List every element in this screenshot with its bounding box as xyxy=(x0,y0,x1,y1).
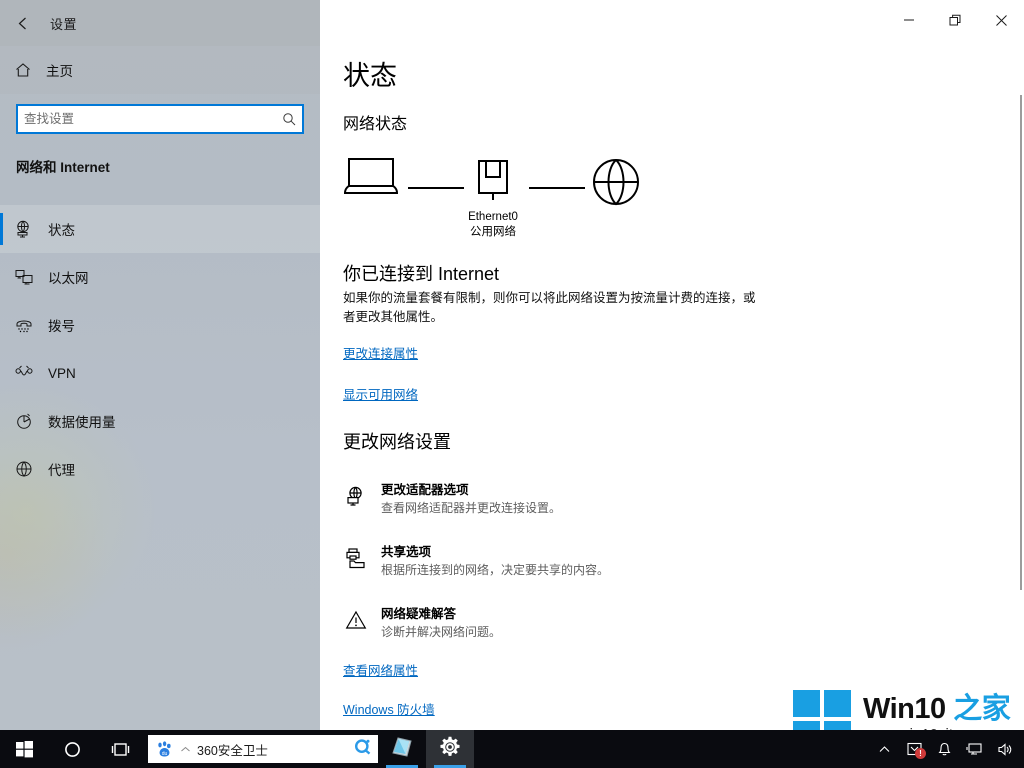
sidebar-item-label: 拨号 xyxy=(48,315,75,335)
taskbar-app-settings[interactable] xyxy=(426,730,474,768)
search-container xyxy=(16,104,304,134)
proxy-globe-icon xyxy=(0,459,48,479)
option-change-adapter-options[interactable]: 更改适配器选项 查看网络适配器并更改连接设置。 xyxy=(343,482,561,517)
tray-badge: ! xyxy=(915,748,926,759)
notification-bell-icon[interactable] xyxy=(934,730,954,768)
dialup-phone-icon xyxy=(0,315,48,335)
baidu-q-icon[interactable] xyxy=(354,738,372,761)
option-title: 网络疑难解答 xyxy=(381,606,501,623)
laptop-icon xyxy=(343,155,399,202)
search-input[interactable] xyxy=(18,106,276,132)
svg-text:du: du xyxy=(161,751,167,757)
watermark-brand: Win10 之家 xyxy=(863,693,1011,725)
close-button[interactable] xyxy=(978,0,1024,40)
sidebar-nav: 状态 以太网 拨号 VPN xyxy=(0,205,320,493)
link-show-available-networks[interactable]: 显示可用网络 xyxy=(343,384,418,403)
data-usage-pie-icon xyxy=(0,411,48,431)
sidebar-item-vpn[interactable]: VPN xyxy=(0,349,320,397)
home-icon xyxy=(0,61,46,79)
sharing-options-icon xyxy=(343,544,369,579)
adapter-network-type: 公用网络 xyxy=(428,225,558,240)
windows-start-icon[interactable] xyxy=(0,730,48,768)
watermark-brand-main: Win10 xyxy=(863,693,953,725)
network-status-heading: 网络状态 xyxy=(343,110,407,134)
chevron-up-icon[interactable] xyxy=(874,730,894,768)
watermark-brand-suffix: 之家 xyxy=(953,693,1010,725)
adapter-options-icon xyxy=(343,482,369,517)
volume-speaker-icon[interactable] xyxy=(994,730,1014,768)
baidu-paw-icon: du xyxy=(154,741,174,758)
chevron-up-icon[interactable] xyxy=(180,744,191,755)
settings-sidebar: 设置 主页 网络和 Internet 状态 xyxy=(0,0,320,730)
system-tray: ! xyxy=(874,730,1024,768)
sidebar-item-label: 数据使用量 xyxy=(48,411,116,431)
taskbar-app-sticky-notes[interactable] xyxy=(378,730,426,768)
diagram-adapter-labels: Ethernet0 公用网络 xyxy=(428,210,558,240)
connection-description: 如果你的流量套餐有限制，则你可以将此网络设置为按流量计费的连接，或者更改其他属性… xyxy=(343,289,763,327)
baidu-search-box[interactable]: du 360安全卫士 xyxy=(148,735,378,763)
sidebar-item-data-usage[interactable]: 数据使用量 xyxy=(0,397,320,445)
window-controls xyxy=(886,0,1024,40)
option-title: 共享选项 xyxy=(381,544,609,561)
screen: 设置 主页 网络和 Internet 状态 xyxy=(0,0,1024,768)
network-monitor-icon[interactable] xyxy=(964,730,984,768)
taskbar: du 360安全卫士 ! xyxy=(0,730,1024,768)
globe-icon xyxy=(591,157,641,212)
option-sharing-options[interactable]: 共享选项 根据所连接到的网络，决定要共享的内容。 xyxy=(343,544,609,579)
option-description: 根据所连接到的网络，决定要共享的内容。 xyxy=(381,562,609,579)
option-title: 更改适配器选项 xyxy=(381,482,561,499)
sidebar-item-label: VPN xyxy=(48,366,76,381)
sidebar-item-label: 状态 xyxy=(48,219,75,239)
status-globe-icon xyxy=(0,219,48,239)
sidebar-item-label: 以太网 xyxy=(48,267,89,287)
vertical-scrollbar[interactable] xyxy=(1020,95,1022,590)
ethernet-icon xyxy=(0,267,48,287)
sidebar-item-dialup[interactable]: 拨号 xyxy=(0,301,320,349)
search-icon[interactable] xyxy=(276,112,302,127)
diagram-link-left xyxy=(408,187,464,189)
security-shield-icon[interactable]: ! xyxy=(904,730,924,768)
sidebar-titlebar: 设置 xyxy=(0,0,320,46)
sidebar-item-home[interactable]: 主页 xyxy=(0,46,320,94)
sidebar-item-label: 代理 xyxy=(48,459,75,479)
cortana-circle-icon[interactable] xyxy=(48,730,96,768)
connection-title: 你已连接到 Internet xyxy=(343,260,499,286)
sidebar-category-title: 网络和 Internet xyxy=(16,156,110,176)
sidebar-item-ethernet[interactable]: 以太网 xyxy=(0,253,320,301)
maximize-restore-button[interactable] xyxy=(932,0,978,40)
link-view-network-properties[interactable]: 查看网络属性 xyxy=(343,660,418,679)
sidebar-item-proxy[interactable]: 代理 xyxy=(0,445,320,493)
main-content: 状态 网络状态 Ethernet0 公用网络 你已连接到 Internet 如果… xyxy=(320,0,1024,730)
vpn-icon xyxy=(0,363,48,383)
sticky-notes-icon xyxy=(390,735,414,764)
home-label: 主页 xyxy=(46,60,73,80)
network-adapter-icon xyxy=(473,155,513,210)
option-description: 诊断并解决网络问题。 xyxy=(381,624,501,641)
minimize-button[interactable] xyxy=(886,0,932,40)
warning-triangle-icon xyxy=(343,606,369,641)
page-title: 状态 xyxy=(343,54,397,93)
window-title: 设置 xyxy=(50,14,77,33)
link-windows-firewall[interactable]: Windows 防火墙 xyxy=(343,699,435,718)
option-network-troubleshooter[interactable]: 网络疑难解答 诊断并解决网络问题。 xyxy=(343,606,501,641)
sidebar-item-status[interactable]: 状态 xyxy=(0,205,320,253)
diagram-link-right xyxy=(529,187,585,189)
baidu-search-text[interactable]: 360安全卫士 xyxy=(197,740,348,759)
back-arrow-icon[interactable] xyxy=(0,0,46,46)
change-network-settings-heading: 更改网络设置 xyxy=(343,428,451,454)
task-view-icon[interactable] xyxy=(96,730,144,768)
adapter-name: Ethernet0 xyxy=(428,210,558,225)
option-description: 查看网络适配器并更改连接设置。 xyxy=(381,500,561,517)
settings-gear-icon xyxy=(439,736,461,763)
link-change-connection-properties[interactable]: 更改连接属性 xyxy=(343,343,418,362)
network-diagram: Ethernet0 公用网络 xyxy=(343,155,663,250)
search-box[interactable] xyxy=(16,104,304,134)
